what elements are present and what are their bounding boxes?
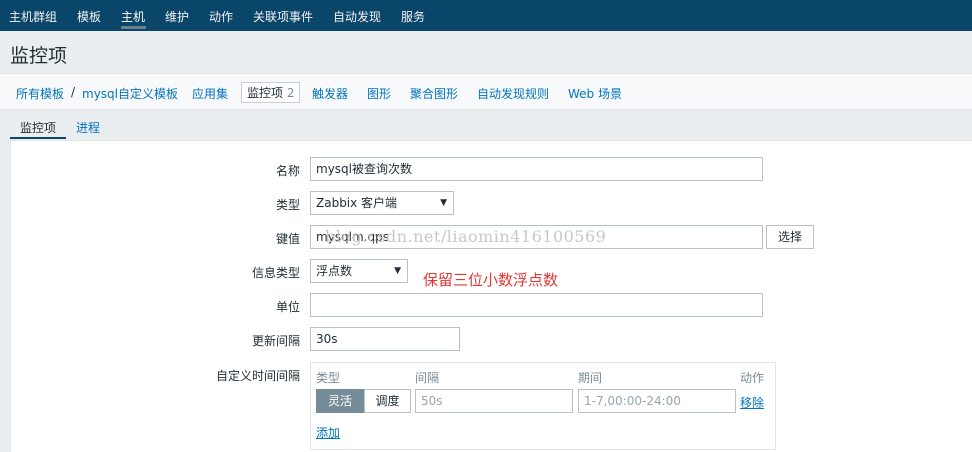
column-header-interval: 间隔 [415, 371, 440, 385]
unit-label: 单位 [275, 300, 300, 314]
custom-interval-label: 自定义时间间隔 [215, 369, 300, 383]
nav-active-indicator [121, 26, 146, 29]
tab-items-count: 2 [286, 86, 295, 100]
nav-host-groups[interactable]: 主机群组 [9, 8, 57, 25]
column-header-type: 类型 [316, 371, 341, 385]
breadcrumb: 所有模板 / mysql自定义模板 应用集 监控项 2 触发器 图形 聚合图形 … [0, 73, 972, 110]
flex-interval-input[interactable]: 50s [415, 389, 573, 413]
flexible-toggle[interactable]: 灵活 [316, 389, 364, 413]
name-input[interactable]: mysql被查询次数 [310, 157, 763, 181]
interval-input[interactable]: 30s [310, 327, 460, 351]
type-label: 类型 [275, 198, 300, 212]
scheduling-toggle[interactable]: 调度 [364, 389, 411, 413]
top-navigation: 主机群组 模板 主机 维护 动作 关联项事件 自动发现 服务 [0, 0, 972, 31]
type-select-value: Zabbix 客户端 [316, 196, 398, 210]
subtab-items[interactable]: 监控项 [20, 119, 56, 136]
watermark: blog.csdn.net/liaomin416100569 [325, 227, 607, 246]
type-select[interactable]: Zabbix 客户端 ▼ [310, 191, 454, 215]
column-header-period: 期间 [578, 371, 603, 385]
remove-interval-link[interactable]: 移除 [740, 394, 764, 411]
breadcrumb-all-templates[interactable]: 所有模板 [16, 85, 64, 102]
flex-period-input[interactable]: 1-7,00:00-24:00 [578, 389, 736, 413]
annotation-note: 保留三位小数浮点数 [423, 271, 559, 289]
tab-items[interactable]: 监控项 2 [241, 82, 301, 103]
nav-correlation[interactable]: 关联项事件 [253, 8, 313, 25]
column-header-action: 动作 [740, 371, 765, 385]
unit-input[interactable] [310, 293, 763, 317]
custom-intervals-table: 类型 间隔 期间 动作 灵活 调度 50s 1-7,00:00-24:00 移除… [310, 362, 776, 450]
add-interval-link[interactable]: 添加 [316, 424, 340, 441]
dropdown-arrow-icon: ▼ [394, 266, 401, 276]
interval-label: 更新间隔 [251, 334, 300, 348]
nav-maintenance[interactable]: 维护 [165, 8, 189, 25]
subtabs: 监控项 进程 [0, 113, 972, 143]
key-label: 键值 [275, 232, 300, 246]
tab-screens[interactable]: 聚合图形 [410, 85, 458, 102]
dropdown-arrow-icon: ▼ [440, 198, 447, 208]
tab-graphs[interactable]: 图形 [367, 85, 391, 102]
select-key-button[interactable]: 选择 [766, 225, 814, 249]
nav-templates[interactable]: 模板 [77, 8, 101, 25]
info-type-select-value: 浮点数 [316, 264, 353, 278]
breadcrumb-separator: / [71, 85, 76, 99]
nav-hosts[interactable]: 主机 [121, 8, 145, 25]
nav-actions[interactable]: 动作 [209, 8, 233, 25]
info-type-label: 信息类型 [251, 266, 300, 280]
subtab-active-indicator [10, 137, 66, 139]
tab-triggers[interactable]: 触发器 [312, 85, 348, 102]
tab-web-scenarios[interactable]: Web 场景 [568, 85, 622, 102]
info-type-select[interactable]: 浮点数 ▼ [310, 259, 408, 283]
subtab-process[interactable]: 进程 [76, 119, 100, 136]
tab-applications[interactable]: 应用集 [192, 85, 228, 102]
name-label: 名称 [275, 164, 300, 178]
page-title: 监控项 [10, 45, 68, 67]
nav-discovery[interactable]: 自动发现 [333, 8, 381, 25]
nav-services[interactable]: 服务 [401, 8, 425, 25]
tab-items-label: 监控项 [247, 86, 284, 100]
tab-discovery-rules[interactable]: 自动发现规则 [477, 85, 549, 102]
breadcrumb-template[interactable]: mysql自定义模板 [82, 85, 178, 102]
